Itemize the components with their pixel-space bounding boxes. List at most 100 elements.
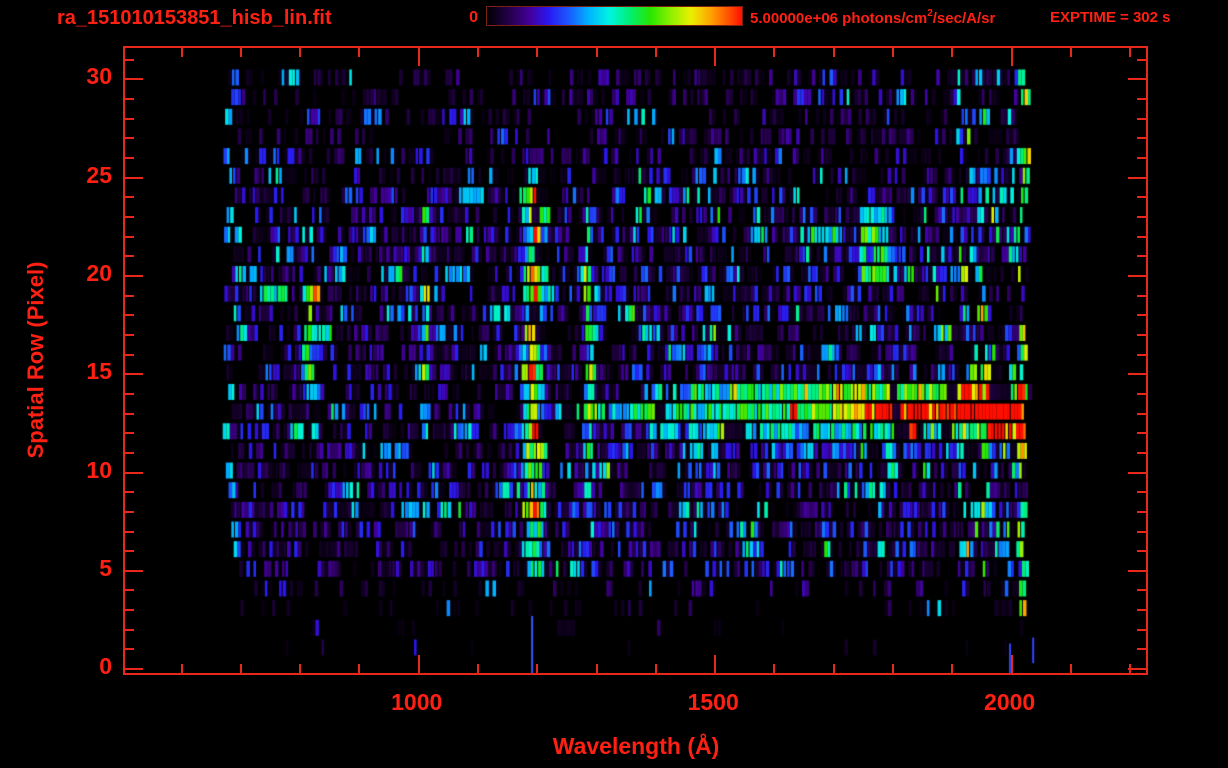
- axis-tick: [125, 373, 143, 376]
- axis-tick: [125, 275, 143, 278]
- axis-tick: [180, 48, 183, 57]
- axis-tick: [536, 48, 539, 57]
- axis-tick: [1128, 78, 1146, 81]
- axis-tick: [1137, 294, 1146, 297]
- y-tick-label: 30: [86, 63, 112, 90]
- axis-tick: [125, 550, 134, 553]
- axis-tick: [1137, 412, 1146, 415]
- axis-tick: [654, 664, 657, 673]
- axis-tick: [125, 530, 134, 533]
- units-suffix: /sec/A/sr: [932, 10, 996, 27]
- axis-tick: [1137, 432, 1146, 435]
- axis-tick: [595, 48, 598, 57]
- axis-tick: [125, 78, 143, 81]
- axis-tick: [1010, 48, 1013, 66]
- axis-tick: [1069, 664, 1072, 673]
- axis-tick: [125, 569, 143, 572]
- axis-tick: [595, 664, 598, 673]
- axis-tick: [1137, 550, 1146, 553]
- axis-tick: [125, 628, 134, 631]
- plot-frame: [123, 46, 1148, 675]
- x-axis-title: Wavelength (Å): [552, 733, 720, 759]
- axis-tick: [417, 48, 420, 66]
- spectrogram-canvas: [125, 48, 1146, 673]
- axis-tick: [125, 668, 143, 671]
- axis-tick: [832, 48, 835, 57]
- axis-tick: [125, 98, 134, 101]
- axis-tick: [1137, 491, 1146, 494]
- axis-tick: [1137, 530, 1146, 533]
- axis-tick: [714, 655, 717, 673]
- axis-tick: [892, 664, 895, 673]
- axis-tick: [1128, 668, 1146, 671]
- axis-tick: [1137, 314, 1146, 317]
- file-title: ra_151010153851_hisb_lin.fit: [57, 7, 332, 29]
- axis-tick: [951, 664, 954, 673]
- axis-tick: [1137, 216, 1146, 219]
- y-tick-label: 20: [86, 260, 112, 287]
- axis-tick: [1137, 235, 1146, 238]
- colorbar-min-label: 0: [469, 9, 478, 26]
- units-superscript: 2: [927, 8, 933, 19]
- axis-tick: [714, 48, 717, 66]
- axis-tick: [125, 333, 134, 336]
- plot-window: ra_151010153851_hisb_lin.fit 0 5.00000e+…: [0, 0, 1228, 768]
- axis-tick: [125, 294, 134, 297]
- axis-tick: [125, 491, 134, 494]
- axis-tick: [299, 48, 302, 57]
- axis-tick: [125, 412, 134, 415]
- colorbar-max-units-label: 5.00000e+06 photons/cm2/sec/A/sr: [750, 8, 996, 27]
- axis-tick: [125, 648, 134, 651]
- axis-tick: [773, 664, 776, 673]
- axis-tick: [1137, 333, 1146, 336]
- axis-tick: [1137, 589, 1146, 592]
- axis-tick: [1137, 609, 1146, 612]
- axis-tick: [417, 655, 420, 673]
- axis-tick: [1137, 255, 1146, 258]
- axis-tick: [239, 664, 242, 673]
- axis-tick: [1010, 655, 1013, 673]
- axis-tick: [125, 589, 134, 592]
- axis-tick: [1137, 510, 1146, 513]
- axis-tick: [239, 48, 242, 57]
- axis-tick: [125, 451, 134, 454]
- axis-tick: [1128, 569, 1146, 572]
- axis-tick: [1137, 58, 1146, 61]
- axis-tick: [125, 216, 134, 219]
- axis-tick: [125, 255, 134, 258]
- axis-tick: [536, 664, 539, 673]
- axis-tick: [125, 432, 134, 435]
- axis-tick: [1137, 628, 1146, 631]
- axis-tick: [1069, 48, 1072, 57]
- axis-tick: [1128, 471, 1146, 474]
- axis-tick: [125, 235, 134, 238]
- axis-tick: [125, 58, 134, 61]
- axis-tick: [1128, 275, 1146, 278]
- axis-tick: [180, 664, 183, 673]
- axis-tick: [125, 353, 134, 356]
- axis-tick: [125, 137, 134, 140]
- y-tick-label: 10: [86, 456, 112, 483]
- axis-tick: [1137, 451, 1146, 454]
- axis-tick: [358, 664, 361, 673]
- axis-tick: [125, 314, 134, 317]
- axis-tick: [1128, 373, 1146, 376]
- axis-tick: [125, 117, 134, 120]
- x-tick-label: 1500: [687, 689, 739, 715]
- axis-tick: [654, 48, 657, 57]
- y-tick-label: 5: [99, 554, 112, 581]
- y-tick-label: 15: [86, 358, 112, 385]
- axis-tick: [1137, 137, 1146, 140]
- axis-tick: [1137, 196, 1146, 199]
- axis-tick: [125, 510, 134, 513]
- axis-tick: [125, 176, 143, 179]
- axis-tick: [477, 48, 479, 57]
- axis-tick: [1137, 157, 1146, 160]
- axis-tick: [477, 664, 479, 673]
- axis-tick: [299, 664, 302, 673]
- units-prefix: 5.00000e+06 photons/cm: [750, 10, 928, 27]
- axis-tick: [1137, 392, 1146, 395]
- axis-tick: [1137, 353, 1146, 356]
- y-tick-label: 25: [86, 161, 112, 188]
- axis-tick: [1128, 176, 1146, 179]
